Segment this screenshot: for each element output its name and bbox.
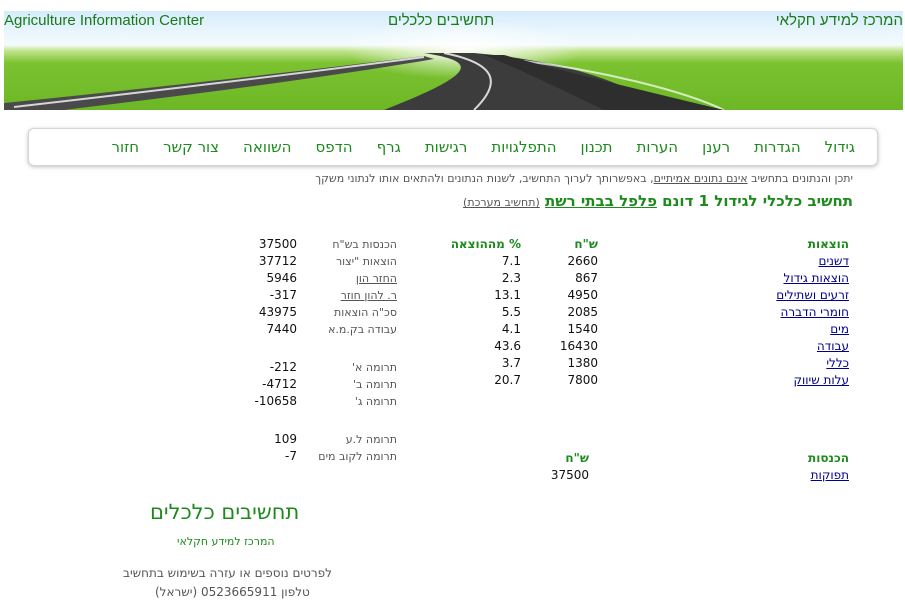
nav-item-4[interactable]: תכנון [569,138,625,156]
summary-value: -317 [269,288,297,302]
expense-pct: 20.7 [494,373,521,387]
expense-nis: 2085 [567,305,598,319]
expense-pct: 5.5 [501,305,521,319]
expense-pct: 7.1 [501,254,521,268]
expense-pct: 3.7 [501,356,521,370]
nav-item-2[interactable]: רענן [690,138,742,156]
nav-item-3[interactable]: הערות [625,138,691,156]
income-header: הכנסות [808,451,849,465]
expense-item-link[interactable]: דשנים [818,254,849,268]
expenses-nis-header: ש"ח [574,237,598,251]
expense-item[interactable]: חומרי הדברה [781,304,849,321]
expense-nis: 16430 [559,339,598,353]
expense-item[interactable]: הוצאות גידול [784,270,850,287]
nav-item-10[interactable]: צור קשר [151,138,231,156]
footer-subtitle: המרכז למידע חקלאי [177,535,275,548]
expense-item-link[interactable]: מים [830,322,849,336]
nav-item-5[interactable]: התפלגויות [479,138,568,156]
summary-value: 37500 [258,237,297,251]
summary-label: הוצאות "יצור [335,255,397,268]
header-banner: Agriculture Information Center תחשיבים כ… [4,11,903,110]
data-notice: יתכן והנתונים בתחשיב אינם נתונים אמיתיים… [315,172,853,185]
summary-label: סכ"ה הוצאות [334,306,397,319]
income-nis-header: ש"ח [565,451,589,465]
expense-nis: 2660 [567,254,598,268]
summary-value: -4712 [262,377,297,391]
expense-pct: 13.1 [494,288,521,302]
income-value: 37500 [550,468,589,482]
summary-label: תרומה לקוב מים [318,450,397,463]
expense-nis: 4950 [567,288,598,302]
expense-pct: 2.3 [501,271,521,285]
nav-item-6[interactable]: רגישות [413,138,480,156]
expense-nis: 1380 [567,356,598,370]
footer-help-text: לפרטים נוספים או עזרה בשימוש בתחשיב [123,566,332,580]
expense-item[interactable]: דשנים [818,253,849,270]
expenses-header: הוצאות [807,237,849,251]
summary-label: הכנסות בש"ח [332,238,397,251]
expense-item[interactable]: זרעים ושתילים [776,287,849,304]
summary-label: תרומה ל.ע [345,433,397,446]
summary-label: תרומה ב' [353,378,397,391]
summary-value: 109 [274,432,297,446]
expense-item-link[interactable]: הוצאות גידול [784,271,850,285]
expense-item[interactable]: כללי [826,355,849,372]
expense-item-link[interactable]: עלות שיווק [793,373,849,387]
notice-link[interactable]: אינם נתונים אמיתיים [654,172,748,185]
expense-item[interactable]: מים [830,321,849,338]
summary-value: 37712 [258,254,297,268]
income-item-link[interactable]: תפוקות [811,467,849,484]
banner-title-hebrew: המרכז למידע חקלאי [775,12,903,29]
expense-nis: 867 [575,271,598,285]
expense-pct: 43.6 [494,339,521,353]
summary-value: 43975 [258,305,297,319]
page-title: תחשיב כלכלי לגידול 1 דונם פלפל בבתי רשת … [463,192,853,210]
system-calc-link[interactable]: (תחשיב מערכת) [463,196,540,209]
nav-item-1[interactable]: הגדרות [742,138,813,156]
title-prefix: תחשיב כלכלי לגידול 1 דונם [656,192,853,210]
footer-phone: טלפון 0523665911 (ישראל) [155,585,310,599]
summary-value: -212 [269,360,297,374]
nav-item-8[interactable]: הדפס [303,138,364,156]
expense-item-link[interactable]: עבודה [817,339,849,353]
expense-item-link[interactable]: חומרי הדברה [781,305,849,319]
nav-item-0[interactable]: גידול [813,138,867,156]
expense-item-link[interactable]: כללי [826,356,849,370]
expense-item-link[interactable]: זרעים ושתילים [776,288,849,302]
nav-item-11[interactable]: חזור [100,138,152,156]
summary-value: 5946 [266,271,297,285]
nav-item-9[interactable]: השוואה [231,138,303,156]
footer-title: תחשיבים כלכלים [150,500,300,524]
expense-nis: 1540 [567,322,598,336]
summary-label: תרומה א' [352,361,397,374]
expense-pct: 4.1 [501,322,521,336]
banner-title-english: Agriculture Information Center [4,12,205,29]
nav-item-7[interactable]: גרף [365,138,413,156]
summary-label-link[interactable]: ר. להון חוזר [341,289,397,302]
expense-nis: 7800 [567,373,598,387]
summary-value: -7 [285,449,297,463]
main-menu: גידול הגדרות רענן הערות תכנון התפלגויות רגישות… [28,128,878,166]
notice-suffix: , באפשרותך לערוך התחשיב, לשנות הנתונים ו… [315,172,654,185]
expenses-pct-header: % מההוצאה [450,237,521,251]
banner-title-center: תחשיבים כלכלים [388,12,495,29]
summary-label[interactable]: ר. להון חוזר [341,287,397,304]
crop-name: פלפל בבתי רשת [545,192,657,210]
expense-item[interactable]: עלות שיווק [793,372,849,389]
summary-value: -10658 [254,394,297,408]
summary-value: 7440 [266,322,297,336]
summary-label-link[interactable]: החזר הון [356,272,397,285]
income-item-outputs[interactable]: תפוקות [811,468,849,482]
notice-prefix: יתכן והנתונים בתחשיב [747,172,853,185]
summary-label: תרומה ג' [354,395,397,408]
summary-label: עבודה בק.מ.א [328,323,397,336]
summary-label[interactable]: החזר הון [356,270,397,287]
expense-item[interactable]: עבודה [817,338,849,355]
